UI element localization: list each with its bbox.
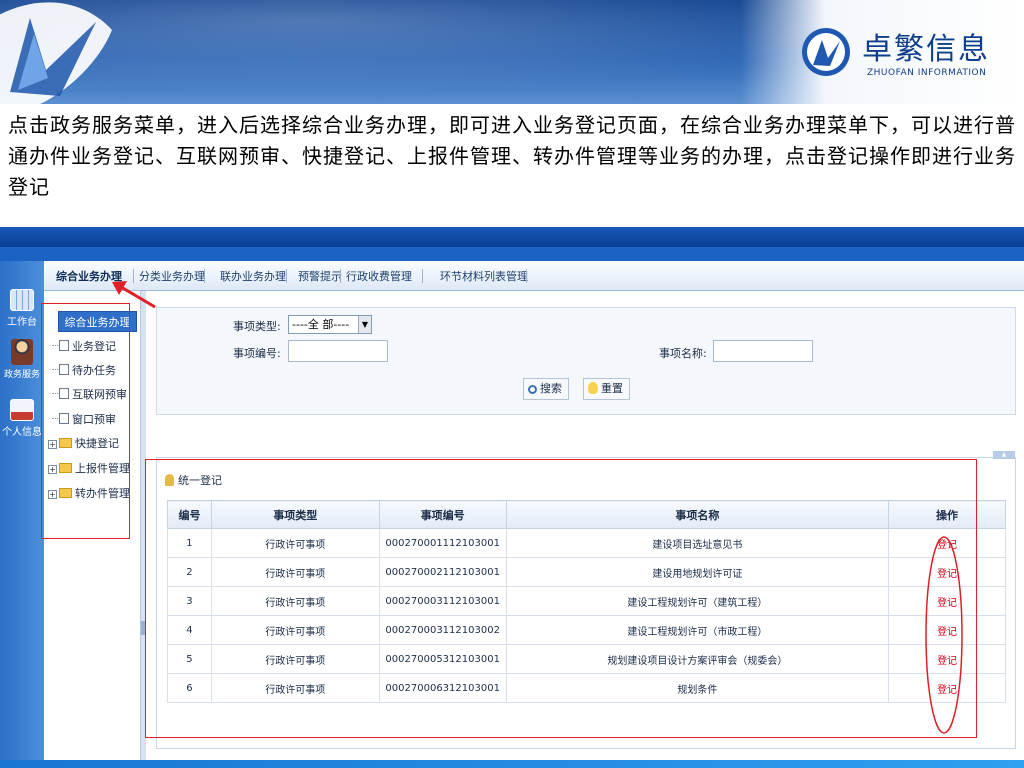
slide-header: 卓繁信息 ZHUOFAN INFORMATION (0, 0, 1024, 104)
instruction-text: 点击政务服务菜单，进入后选择综合业务办理，即可进入业务登记页面，在综合业务办理菜… (8, 113, 1016, 199)
slide-footer-bar (0, 760, 1024, 768)
zhuofan-logo-icon (802, 28, 850, 76)
zhuofan-logo-large-icon (0, 2, 112, 104)
highlight-ellipse-operation (925, 536, 963, 734)
app-screenshot: 工作台 政务服务 个人信息 综合业务办理 分类业务办理 联办业务办理 预警提示 … (0, 227, 1024, 768)
annotation-overlay (112, 281, 963, 734)
brand-name: 卓繁信息 (862, 32, 990, 67)
slide: { "header": { "brand_cn": "卓繁信息", "brand… (0, 0, 1024, 768)
brand-name-en: ZHUOFAN INFORMATION (867, 68, 987, 78)
